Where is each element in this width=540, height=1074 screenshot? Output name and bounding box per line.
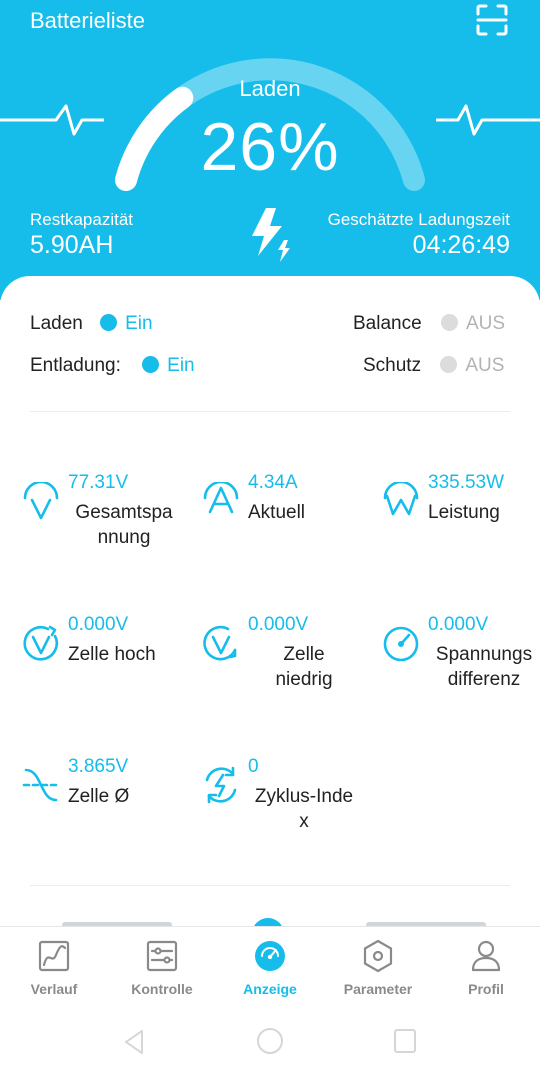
status-schutz-indicator: AUS xyxy=(440,355,504,376)
status-balance-value: AUS xyxy=(465,313,506,334)
back-icon[interactable] xyxy=(122,1028,146,1056)
tab-label: Parameter xyxy=(343,981,413,997)
metric-label: Aktuell xyxy=(248,502,306,523)
status-laden: Laden Ein xyxy=(30,313,153,335)
status-laden-value: Ein xyxy=(125,313,153,334)
bottom-tab-bar: Verlauf Kontrolle Anzeige Parameter Prof… xyxy=(0,926,540,1007)
metric-value: 335.53W xyxy=(428,472,505,493)
status-dot-icon xyxy=(440,356,458,373)
charging-bolt-icon xyxy=(252,208,290,262)
status-schutz-value: AUS xyxy=(465,355,505,376)
rest-capacity-value: 5.90AH xyxy=(30,231,114,259)
tab-profil[interactable]: Profil xyxy=(432,927,540,1007)
metric-label: Zelle Ø xyxy=(68,786,130,807)
status-entladung-value: Ein xyxy=(167,355,195,376)
metric-value: 0 xyxy=(248,756,259,777)
system-navigation-bar xyxy=(0,1006,540,1074)
profile-icon xyxy=(471,940,501,972)
scrolled-content-peek xyxy=(0,908,540,928)
status-entladung-label: Entladung: xyxy=(30,355,121,376)
status-balance: Balance AUS xyxy=(353,313,505,335)
hexagon-settings-icon xyxy=(363,939,393,973)
divider xyxy=(30,885,510,886)
status-schutz: Schutz AUS xyxy=(363,355,504,377)
metric-label: Zelle hoch xyxy=(68,644,156,665)
status-laden-label: Laden xyxy=(30,313,83,334)
metric-label: Zyklus-Inde x xyxy=(254,786,354,832)
status-laden-indicator: Ein xyxy=(100,313,153,334)
metric-label: Leistung xyxy=(428,502,500,523)
metric-label: Gesamtspa nnung xyxy=(75,502,173,548)
metric-value: 0.000V xyxy=(248,614,309,635)
cell-high-icon xyxy=(23,625,59,661)
total-voltage-icon xyxy=(23,482,59,520)
control-sliders-icon xyxy=(146,940,178,972)
status-dot-icon xyxy=(100,314,118,331)
charge-state-label: Laden xyxy=(239,76,301,101)
metric-label: Zelle niedrig xyxy=(275,644,333,690)
cell-low-icon xyxy=(203,625,237,661)
tab-label: Verlauf xyxy=(30,981,78,997)
metric-value: 0.000V xyxy=(428,614,489,635)
charge-time-value: 04:26:49 xyxy=(412,231,510,259)
tab-anzeige[interactable]: Anzeige xyxy=(216,927,324,1007)
tab-verlauf[interactable]: Verlauf xyxy=(0,927,108,1007)
history-chart-icon xyxy=(38,940,70,972)
status-entladung-indicator: Ein xyxy=(142,355,195,376)
status-schutz-label: Schutz xyxy=(363,355,422,376)
metric-value: 4.34A xyxy=(248,472,298,493)
status-balance-label: Balance xyxy=(353,313,422,334)
recent-apps-icon[interactable] xyxy=(393,1028,417,1054)
tab-kontrolle[interactable]: Kontrolle xyxy=(108,927,216,1007)
scan-icon[interactable] xyxy=(474,2,510,38)
rest-capacity-title: Restkapazität xyxy=(30,210,133,229)
charge-percent: 26% xyxy=(200,109,340,185)
metric-value: 77.31V xyxy=(68,472,129,493)
cell-average-icon xyxy=(22,768,58,802)
status-dot-icon xyxy=(142,356,160,373)
current-icon xyxy=(203,482,239,514)
tab-parameter[interactable]: Parameter xyxy=(324,927,432,1007)
status-entladung: Entladung: Ein xyxy=(30,355,195,377)
tab-label: Kontrolle xyxy=(131,981,193,997)
home-icon[interactable] xyxy=(256,1027,284,1055)
charge-time-title: Geschätzte Ladungszeit xyxy=(327,210,510,229)
divider xyxy=(30,411,510,412)
metric-value: 3.865V xyxy=(68,756,129,777)
voltage-difference-icon xyxy=(383,626,419,662)
metric-label: Spannungs differenz xyxy=(435,644,533,690)
gauge-icon xyxy=(255,941,285,971)
tab-label: Profil xyxy=(468,981,504,997)
tab-label: Anzeige xyxy=(243,981,297,997)
metric-value: 0.000V xyxy=(68,614,129,635)
cycle-index-icon xyxy=(205,766,237,804)
page-title: Batterieliste xyxy=(30,8,145,33)
power-icon xyxy=(383,482,419,516)
status-balance-indicator: AUS xyxy=(440,313,506,334)
status-dot-icon xyxy=(440,314,458,331)
battery-header: Batterieliste Laden 26% Restkapazität 5.… xyxy=(0,0,540,300)
